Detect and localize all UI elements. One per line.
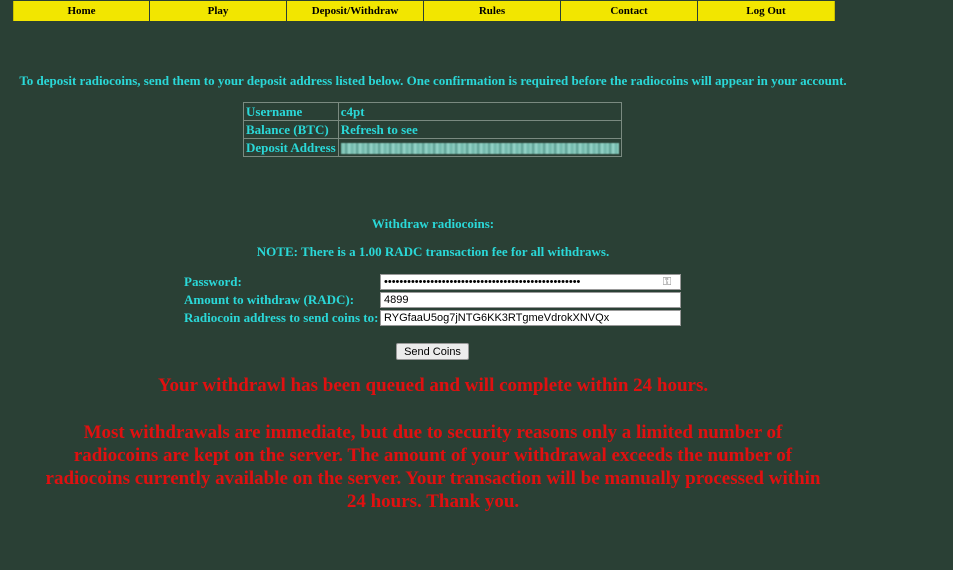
password-manager-icon[interactable]: ⚿ [660, 275, 674, 289]
nav-contact[interactable]: Contact [561, 1, 698, 21]
redacted-address [340, 143, 619, 155]
nav-rules[interactable]: Rules [424, 1, 561, 21]
balance-value: Refresh to see [337, 120, 622, 139]
username-value: c4pt [337, 102, 622, 121]
fee-note: NOTE: There is a 1.00 RADC transaction f… [256, 244, 610, 259]
deposit-address-value [337, 138, 622, 157]
nav-log-out[interactable]: Log Out [698, 1, 835, 21]
queued-message: Your withdrawl has been queued and will … [157, 375, 709, 396]
address-field[interactable] [380, 310, 681, 326]
balance-label: Balance (BTC) [243, 120, 339, 139]
send-coins-button[interactable]: Send Coins [396, 343, 469, 360]
deposit-address-label: Deposit Address [243, 138, 339, 157]
amount-field[interactable] [380, 292, 681, 308]
withdraw-heading: Withdraw radiocoins: [371, 216, 495, 231]
nav-play[interactable]: Play [150, 1, 287, 21]
table-row: Balance (BTC) Refresh to see [243, 120, 622, 139]
table-row: Username c4pt [243, 102, 622, 121]
amount-label: Amount to withdraw (RADC): [184, 292, 355, 307]
account-info-table: Username c4pt Balance (BTC) Refresh to s… [243, 102, 622, 157]
username-label: Username [243, 102, 339, 121]
address-label: Radiocoin address to send coins to: [184, 310, 379, 325]
withdrawal-details-message: Most withdrawals are immediate, but due … [45, 422, 821, 512]
password-label: Password: [184, 274, 242, 289]
nav-deposit-withdraw[interactable]: Deposit/Withdraw [287, 1, 424, 21]
password-field[interactable] [380, 274, 681, 290]
nav-home[interactable]: Home [13, 1, 150, 21]
deposit-instructions: To deposit radiocoins, send them to your… [19, 73, 847, 88]
top-nav: Home Play Deposit/Withdraw Rules Contact… [13, 1, 835, 21]
table-row: Deposit Address [243, 138, 622, 157]
